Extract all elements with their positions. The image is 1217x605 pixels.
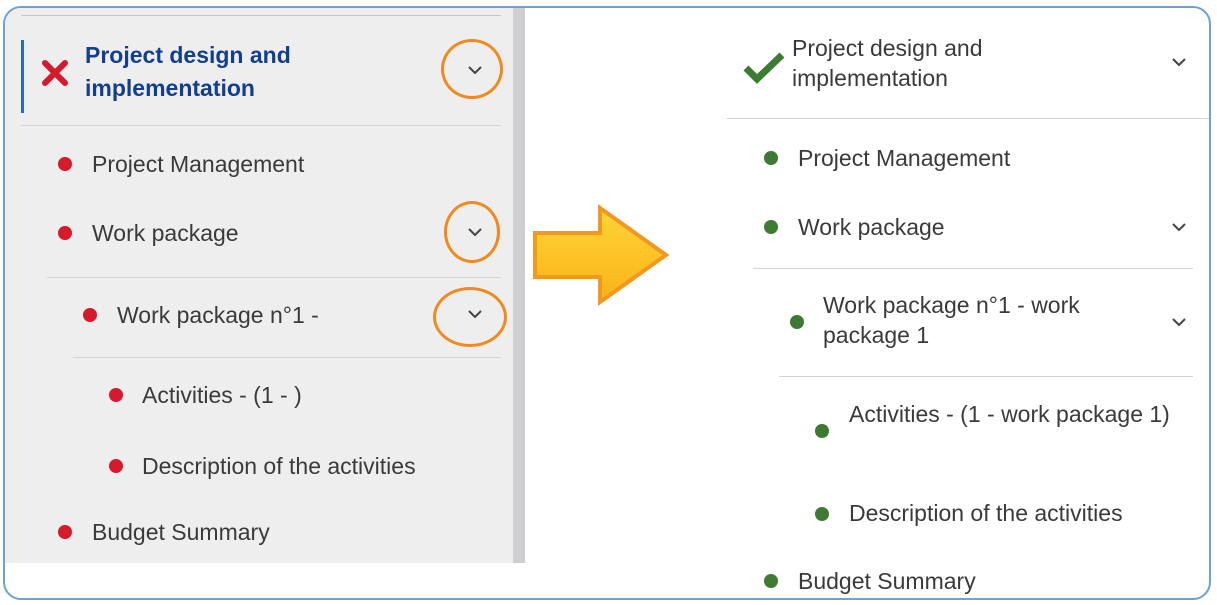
status-dot <box>815 424 829 438</box>
section-title-after[interactable]: Project design and implementation <box>792 33 1052 93</box>
divider <box>47 277 501 278</box>
chevron-down-icon[interactable] <box>1171 222 1187 232</box>
status-dot <box>764 151 778 165</box>
active-section-indicator <box>21 40 24 113</box>
before-scrollbar[interactable] <box>513 8 525 563</box>
divider <box>753 268 1193 269</box>
nav-item-budget-summary[interactable]: Budget Summary <box>798 566 976 596</box>
nav-item-project-management[interactable]: Project Management <box>798 143 1010 173</box>
before-top-divider <box>21 15 501 16</box>
divider <box>727 118 1209 119</box>
right-arrow-icon <box>533 204 670 306</box>
nav-item-work-package-1[interactable]: Work package n°1 - <box>117 300 319 330</box>
chevron-down-icon[interactable] <box>1171 57 1187 67</box>
nav-item-description[interactable]: Description of the activities <box>849 498 1123 528</box>
nav-item-work-package-1[interactable]: Work package n°1 - work package 1 <box>823 290 1133 350</box>
chevron-down-icon[interactable] <box>1171 317 1187 327</box>
highlight-circle <box>441 39 503 99</box>
highlight-circle <box>433 287 507 347</box>
nav-item-budget-summary[interactable]: Budget Summary <box>92 517 270 547</box>
nav-item-description[interactable]: Description of the activities <box>142 451 416 481</box>
nav-item-work-package[interactable]: Work package <box>92 218 239 248</box>
comparison-frame: Project design and implementation Projec… <box>3 6 1211 600</box>
status-dot <box>815 507 829 521</box>
status-dot <box>109 459 123 473</box>
divider <box>21 125 501 126</box>
status-dot <box>58 226 72 240</box>
highlight-circle <box>444 201 500 263</box>
section-title-before[interactable]: Project design and implementation <box>85 39 345 105</box>
checkmark-icon <box>743 52 785 84</box>
status-dot <box>83 308 97 322</box>
x-icon <box>42 60 68 86</box>
status-dot <box>790 315 804 329</box>
status-dot <box>109 388 123 402</box>
status-dot <box>764 574 778 588</box>
nav-item-activities[interactable]: Activities - (1 - ) <box>142 380 302 410</box>
status-dot <box>764 220 778 234</box>
status-dot <box>58 525 72 539</box>
nav-item-project-management[interactable]: Project Management <box>92 149 304 179</box>
status-dot <box>58 157 72 171</box>
nav-item-activities[interactable]: Activities - (1 - work package 1) <box>849 399 1189 429</box>
divider <box>779 376 1193 377</box>
nav-item-work-package[interactable]: Work package <box>798 212 945 242</box>
divider <box>73 357 501 358</box>
